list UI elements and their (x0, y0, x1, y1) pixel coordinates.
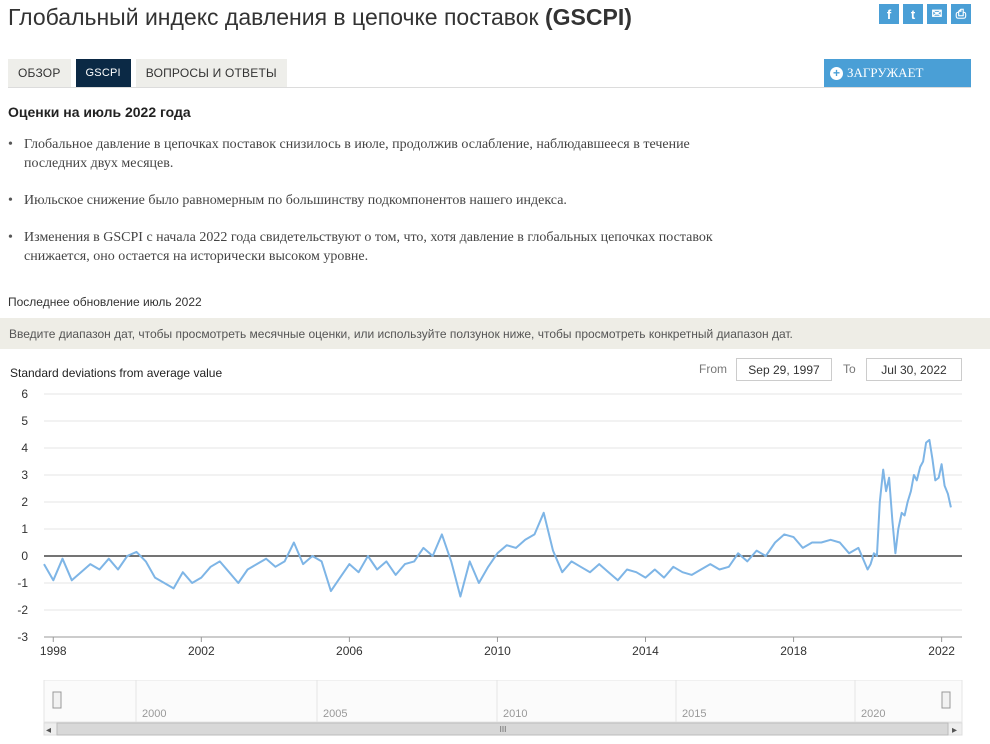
key-points-list: Глобальное давление в цепочках поставок … (8, 135, 728, 284)
share-bar: f t ✉ ⎙ (879, 4, 971, 24)
y-tick-label: 0 (21, 549, 28, 563)
y-tick-label: 3 (21, 468, 28, 482)
x-tick-label: 2018 (780, 644, 807, 658)
page-title-abbr: (GSCPI) (545, 4, 632, 30)
navigator-year-label: 2005 (323, 708, 347, 720)
y-tick-label: 5 (21, 414, 28, 428)
y-tick-label: -2 (17, 603, 28, 617)
tab-bar: ОБЗОР GSCPI ВОПРОСЫ И ОТВЕТЫ (8, 59, 287, 87)
x-tick-label: 2010 (484, 644, 511, 658)
x-tick-label: 2014 (632, 644, 659, 658)
y-tick-label: 1 (21, 522, 28, 536)
scrollbar-grip-icon: III (500, 725, 507, 734)
page-title-text: Глобальный индекс давления в цепочке пос… (8, 4, 539, 30)
y-tick-label: -1 (17, 576, 28, 590)
twitter-icon[interactable]: t (903, 4, 923, 24)
navigator-left-handle[interactable] (52, 691, 62, 709)
navigator-year-label: 2015 (682, 708, 706, 720)
y-tick-label: 4 (21, 441, 28, 455)
key-point: Изменения в GSCPI с начала 2022 года сви… (8, 228, 728, 266)
range-from-label: From (699, 362, 727, 376)
print-icon[interactable]: ⎙ (951, 4, 971, 24)
email-icon[interactable]: ✉ (927, 4, 947, 24)
range-to-label: To (843, 362, 856, 376)
y-axis-title: Standard deviations from average value (10, 366, 223, 380)
download-button[interactable]: + ЗАГРУЖАЕТ (824, 59, 971, 87)
gscpi-line-chart: -3 -2 -1 0 1 2 3 4 5 6 1998 2002 2006 2010 2014 2018 202… (17, 387, 962, 658)
y-tick-label: -3 (17, 630, 28, 644)
plus-circle-icon: + (830, 66, 843, 80)
navigator-year-label: 2020 (861, 708, 885, 720)
estimates-heading: Оценки на июль 2022 года (8, 104, 191, 120)
download-label: ЗАГРУЖАЕТ (847, 65, 924, 80)
instruction-banner: Введите диапазон дат, чтобы просмотреть … (0, 318, 990, 349)
x-tick-label: 2002 (188, 644, 215, 658)
navigator-year-label: 2010 (503, 708, 527, 720)
range-navigator[interactable]: 2000 2005 2010 2015 2020 III ◂ ▸ (0, 680, 990, 744)
y-tick-label: 2 (21, 495, 28, 509)
scroll-left-arrow-icon[interactable]: ◂ (46, 725, 51, 736)
x-tick-label: 2022 (928, 644, 955, 658)
x-tick-label: 1998 (40, 644, 67, 658)
range-from-input[interactable] (736, 358, 832, 381)
range-to-input[interactable] (866, 358, 962, 381)
navigator-right-handle[interactable] (941, 691, 951, 709)
key-point: Июльское снижение было равномерным по бо… (8, 191, 728, 210)
x-tick-label: 2006 (336, 644, 363, 658)
y-tick-label: 6 (21, 387, 28, 401)
series-line (43, 438, 952, 598)
tab-overview[interactable]: ОБЗОР (8, 59, 71, 87)
instruction-text: Введите диапазон дат, чтобы просмотреть … (9, 326, 793, 341)
facebook-icon[interactable]: f (879, 4, 899, 24)
tab-divider (8, 87, 971, 88)
navigator-year-label: 2000 (142, 708, 166, 720)
key-point: Глобальное давление в цепочках поставок … (8, 135, 728, 173)
scroll-right-arrow-icon[interactable]: ▸ (952, 725, 957, 736)
tab-gscpi[interactable]: GSCPI (75, 59, 131, 87)
tab-faq[interactable]: ВОПРОСЫ И ОТВЕТЫ (135, 59, 287, 87)
last-updated-text: Последнее обновление июль 2022 (8, 295, 202, 309)
page-title: Глобальный индекс давления в цепочке пос… (8, 4, 632, 31)
